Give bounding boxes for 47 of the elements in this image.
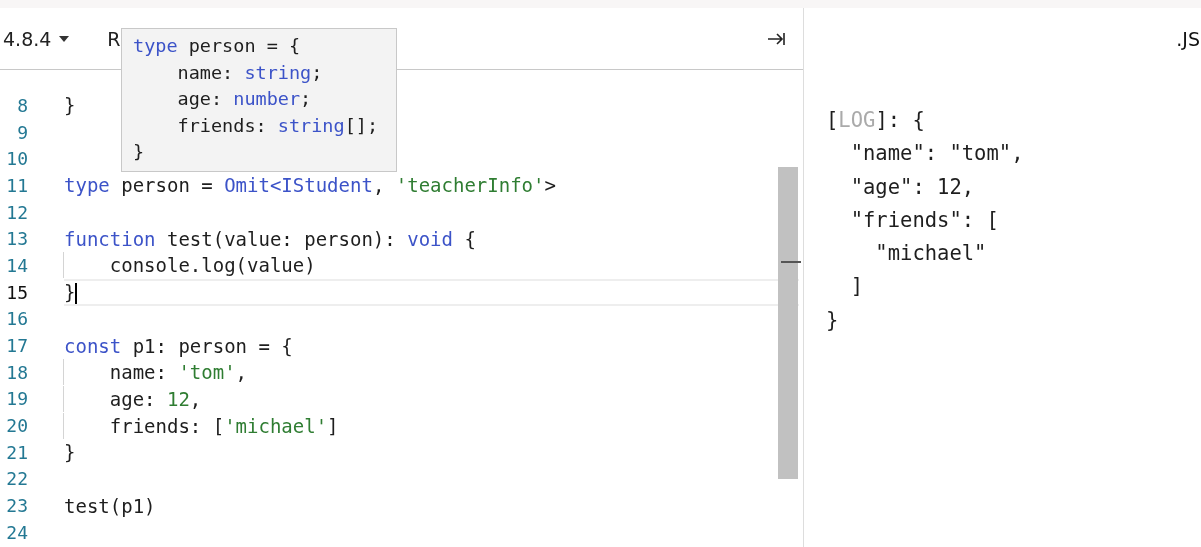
code-line: const p1: person = { [64, 333, 293, 359]
line-number: 15 [5, 281, 28, 303]
log-line: } [826, 306, 840, 334]
line-number: 18 [5, 361, 28, 383]
caret-icon [59, 35, 70, 42]
code-line: name: 'tom', [63, 359, 248, 386]
code-line: } [64, 440, 76, 466]
tooltip-line: name: string; [176, 60, 324, 85]
code-line: friends: ['michael'] [63, 412, 339, 439]
version-dropdown[interactable]: 4.8.4 [3, 27, 70, 50]
line-number: 11 [5, 174, 28, 196]
menu-button[interactable]: R [107, 27, 121, 50]
line-number: 13 [5, 228, 28, 250]
log-line: ] [849, 273, 865, 301]
line-number: 17 [5, 335, 28, 357]
line-number: 20 [5, 415, 28, 437]
log-line: "michael" [874, 240, 988, 268]
panel-title: .JS [1176, 28, 1200, 50]
tooltip-line: age: number; [176, 87, 313, 111]
log-line: "friends": [ [849, 206, 1000, 234]
code-line: age: 12, [63, 385, 202, 412]
line-number: 19 [5, 388, 28, 410]
code-line: type person = Omit<IStudent, 'teacherInfo'> [64, 173, 556, 199]
code-line: } [64, 280, 78, 306]
line-number: 14 [5, 254, 28, 276]
line-number: 8 [16, 94, 28, 116]
log-line: [LOG]: { [826, 107, 926, 134]
scrollbar-thumb[interactable] [778, 167, 798, 479]
line-number: 16 [5, 308, 28, 330]
code-line: function test(value: person): void { [64, 226, 476, 252]
code-line: test(p1) [64, 493, 156, 519]
collapse-icon[interactable] [767, 31, 785, 46]
tooltip-line: } [133, 140, 146, 164]
tooltip-line: type person = { [133, 34, 302, 58]
line-number: 10 [5, 148, 28, 170]
tooltip-line: friends: string[]; [176, 113, 380, 138]
line-number: 23 [5, 495, 28, 517]
line-number: 12 [5, 201, 28, 223]
line-number: 22 [5, 468, 28, 490]
line-number: 24 [5, 521, 28, 543]
log-line: "name": "tom", [849, 140, 1025, 168]
log-line: "age": 12, [849, 173, 976, 201]
line-number: 9 [16, 121, 28, 143]
code-line: } [64, 93, 76, 119]
cursor-marker [781, 261, 801, 263]
line-number: 21 [5, 441, 28, 463]
code-line: console.log(value) [63, 252, 316, 279]
